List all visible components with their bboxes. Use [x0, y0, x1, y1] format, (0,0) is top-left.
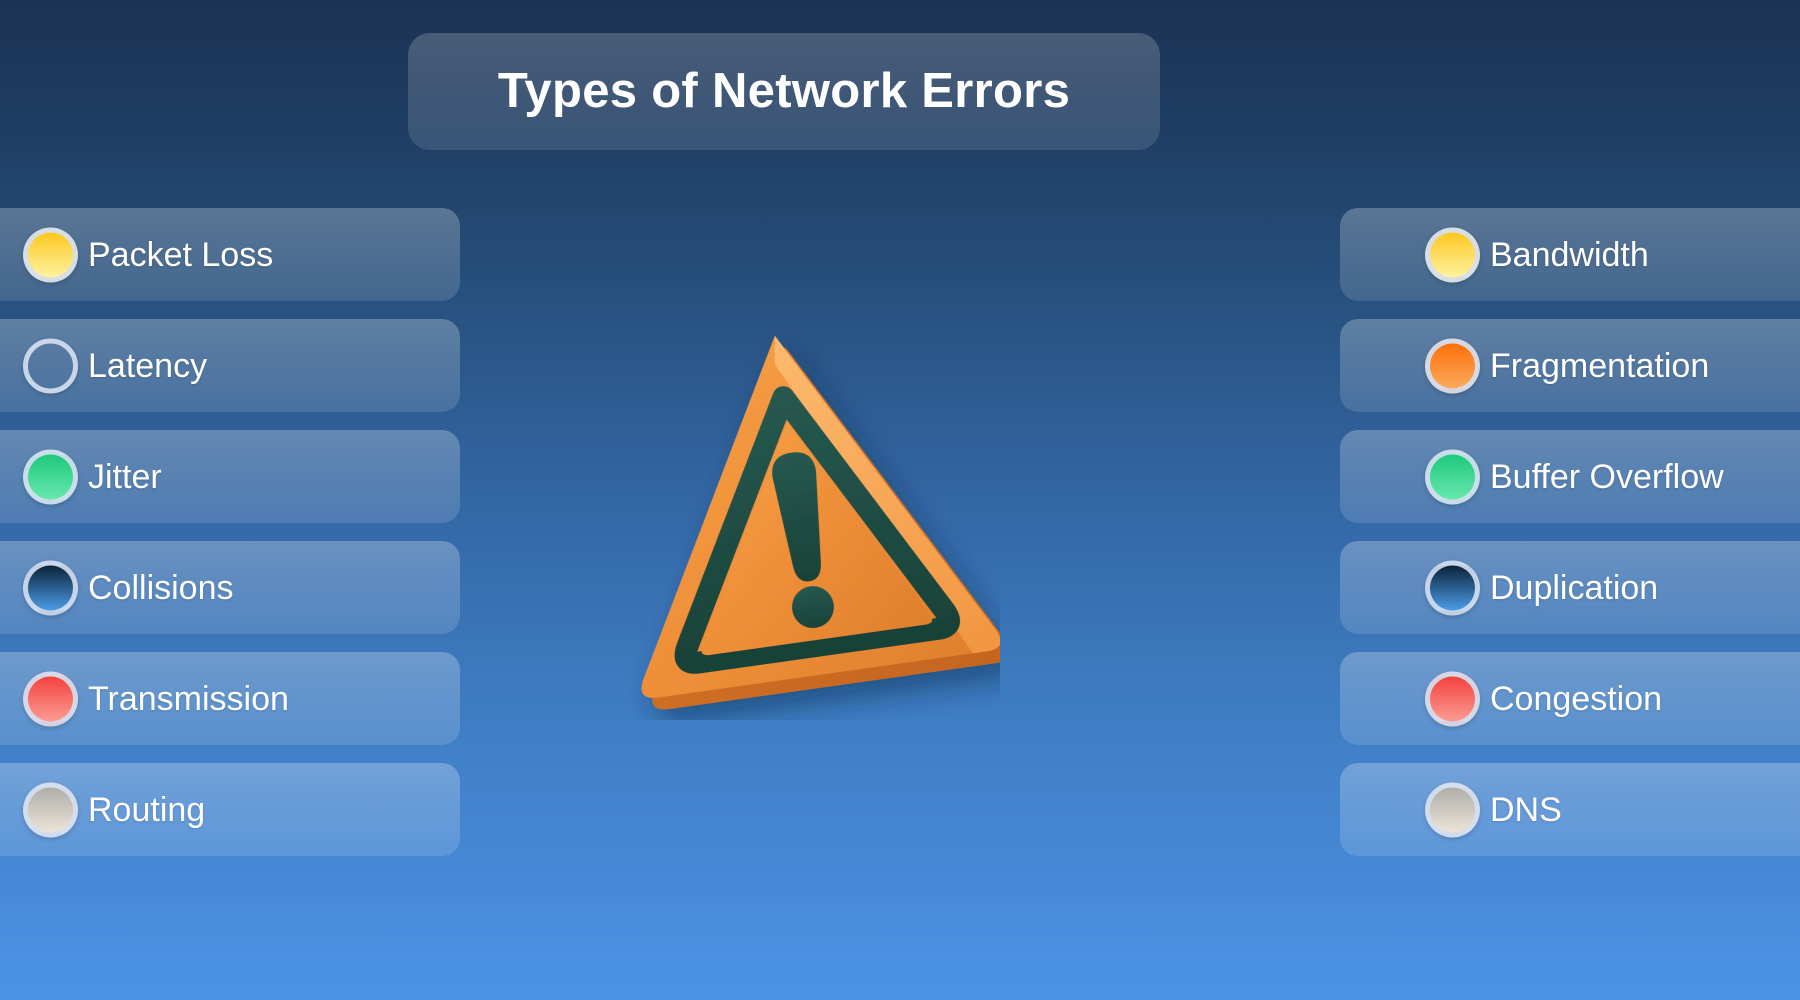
dark-blue-status-dot-icon	[23, 560, 78, 615]
error-type-label: Fragmentation	[1490, 346, 1710, 385]
error-type-label: Packet Loss	[88, 235, 274, 274]
orange-status-dot-icon	[1425, 338, 1480, 393]
yellow-status-dot-icon	[1425, 227, 1480, 282]
error-type-item[interactable]: Latency	[0, 319, 460, 412]
error-type-item[interactable]: Congestion	[1340, 652, 1800, 745]
error-type-item[interactable]: DNS	[1340, 763, 1800, 856]
error-type-label: Congestion	[1490, 679, 1663, 718]
error-type-item[interactable]: Duplication	[1340, 541, 1800, 634]
error-type-item[interactable]: Collisions	[0, 541, 460, 634]
title-card: Types of Network Errors	[408, 33, 1160, 150]
orange-status-dot-icon	[23, 338, 78, 393]
warning-triangle-icon	[600, 300, 1012, 720]
error-type-label: Collisions	[88, 568, 234, 607]
grey-status-dot-icon	[23, 782, 78, 837]
error-type-item[interactable]: Transmission	[0, 652, 460, 745]
error-type-label: Jitter	[88, 457, 162, 496]
error-type-label: Latency	[88, 346, 208, 385]
network-errors-infographic: Types of Network Errors Packet Loss Laten…	[0, 0, 1800, 1000]
error-type-item[interactable]: Buffer Overflow	[1340, 430, 1800, 523]
error-type-label: Routing	[88, 790, 206, 829]
red-status-dot-icon	[1425, 671, 1480, 726]
error-type-item[interactable]: Packet Loss	[0, 208, 460, 301]
error-type-label: Bandwidth	[1490, 235, 1649, 274]
error-type-item[interactable]: Bandwidth	[1340, 208, 1800, 301]
left-error-list: Packet Loss Latency Jitter Collisions Transm…	[0, 208, 460, 856]
green-status-dot-icon	[1425, 449, 1480, 504]
right-error-list: Bandwidth Fragmentation Buffer Overflow Dup…	[1340, 208, 1800, 856]
error-type-item[interactable]: Fragmentation	[1340, 319, 1800, 412]
error-type-label: Transmission	[88, 679, 289, 718]
page-title: Types of Network Errors	[497, 64, 1071, 118]
yellow-status-dot-icon	[23, 227, 78, 282]
error-type-label: DNS	[1490, 790, 1562, 829]
dark-blue-status-dot-icon	[1425, 560, 1480, 615]
error-type-item[interactable]: Routing	[0, 763, 460, 856]
red-status-dot-icon	[23, 671, 78, 726]
grey-status-dot-icon	[1425, 782, 1480, 837]
error-type-label: Duplication	[1490, 568, 1659, 607]
green-status-dot-icon	[23, 449, 78, 504]
error-type-item[interactable]: Jitter	[0, 430, 460, 523]
error-type-label: Buffer Overflow	[1490, 457, 1724, 496]
